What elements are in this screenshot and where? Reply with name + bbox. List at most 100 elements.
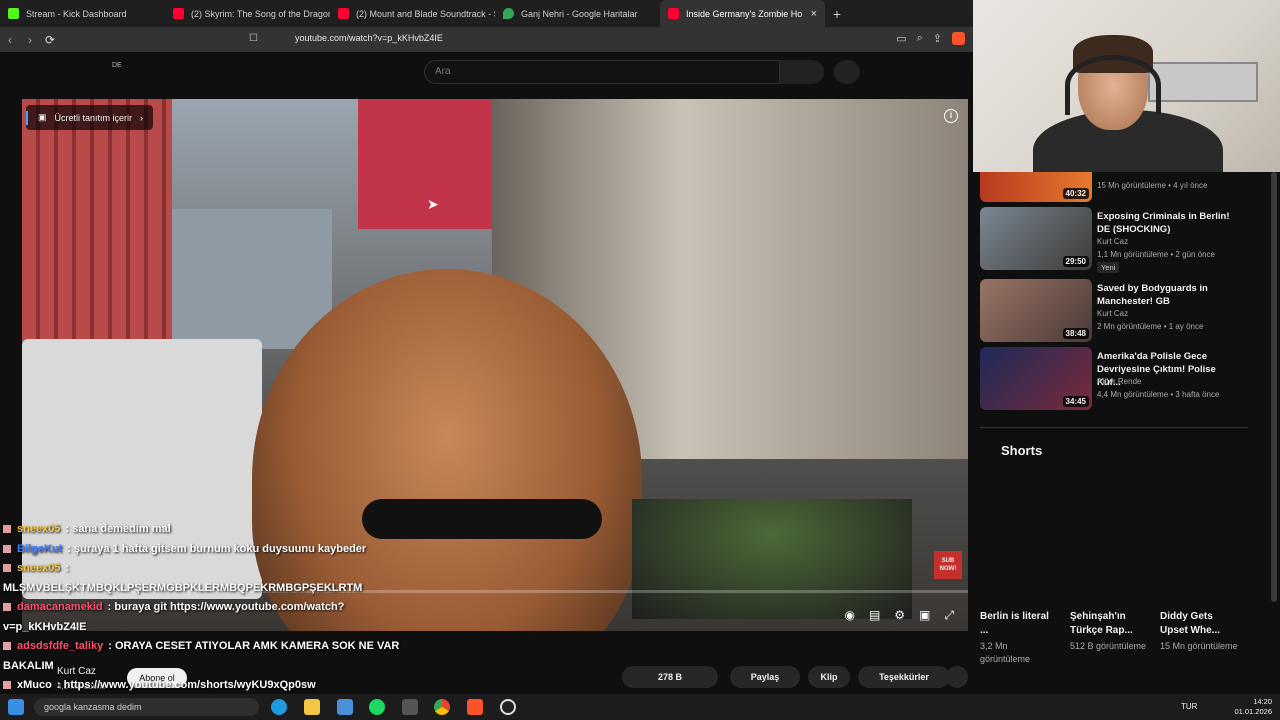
promo-icon: ▣ [38, 112, 47, 122]
video-title[interactable]: Saved by Bodyguards in Manchester! GB [1097, 282, 1237, 308]
back-icon[interactable]: ‹ [0, 33, 20, 47]
address-bar: ‹ › ⟳ ☐ youtube.com/watch?v=p_kKHvbZ4IE … [0, 27, 973, 52]
chat-badge-icon [3, 525, 11, 534]
calculator-icon[interactable] [402, 699, 418, 715]
recommended-video[interactable]: 40:32 15 Mn görüntüleme • 4 yıl önce [980, 172, 1260, 202]
new-tab-button[interactable]: + [825, 6, 849, 22]
tab-active-video[interactable]: Inside Germany's Zombie Ho × [660, 0, 825, 27]
chat-badge-icon [3, 544, 11, 553]
share-button[interactable]: Paylaş [730, 666, 800, 688]
file-explorer-icon[interactable] [304, 699, 320, 715]
reload-icon[interactable]: ⟳ [40, 33, 60, 47]
chat-username: adsdsfdfe_taliky [17, 640, 104, 652]
video-meta: 4,4 Mn görüntüleme • 3 hafta önce [1097, 390, 1220, 399]
taskbar-search-input[interactable]: googla kanzasma dedim [34, 698, 259, 716]
tab-mount-and-blade[interactable]: (2) Mount and Blade Soundtrack - Se [330, 0, 495, 27]
duration-badge: 38:48 [1062, 328, 1089, 339]
app-icon[interactable] [337, 699, 353, 715]
chat-text: https://www.youtube.com/shorts/wyKU9xQp0… [63, 679, 316, 691]
chat-text: sana demedim mal [72, 523, 171, 535]
short-item[interactable]: Şehinşah'ın Türkçe Rap... 512 B görüntül… [1070, 610, 1150, 653]
kick-icon [8, 8, 19, 19]
windows-taskbar: googla kanzasma dedim TUR 14:20 01.01.20… [0, 694, 1280, 720]
fullscreen-icon[interactable]: ⤢ [944, 608, 954, 623]
more-actions-button[interactable] [946, 666, 968, 688]
clock-time: 14:20 [1253, 697, 1272, 706]
recommended-video[interactable]: 38:48 Saved by Bodyguards in Manchester!… [980, 279, 1260, 343]
sidebar-scrollbar[interactable] [1271, 172, 1277, 602]
miniplayer-icon[interactable]: ▣ [919, 608, 930, 623]
zoom-icon[interactable]: ⌕ [917, 32, 923, 45]
video-meta: 15 Mn görüntüleme • 4 yıl önce [1097, 181, 1208, 190]
chat-username: sneex05 [17, 523, 61, 535]
system-clock[interactable]: 14:20 01.01.2026 [1234, 697, 1272, 717]
headphones [1065, 55, 1161, 115]
url-field[interactable]: youtube.com/watch?v=p_kKHvbZ4IE [295, 33, 443, 43]
chat-separator: : [64, 542, 75, 555]
like-button[interactable]: 278 B [622, 666, 718, 688]
video-thumbnail[interactable]: 29:50 [980, 207, 1092, 270]
short-item[interactable]: Berlin is literal ... 3,2 Mn görüntüleme [980, 610, 1060, 666]
video-title[interactable]: Exposing Criminals in Berlin! DE (SHOCKI… [1097, 210, 1237, 236]
chat-text: BAKALIM [3, 659, 54, 672]
info-icon[interactable]: i [944, 109, 958, 123]
sub-now-watermark[interactable]: SUB NOW! [934, 551, 962, 579]
video-thumbnail[interactable]: 38:48 [980, 279, 1092, 342]
settings-gear-icon[interactable]: ⚙ [894, 608, 905, 623]
short-views: 3,2 Mn görüntüleme [980, 641, 1031, 664]
chat-message: adsdsfdfe_taliky : ORAYA CESET ATIYOLAR … [3, 637, 423, 657]
share-icon[interactable]: ⇪ [933, 32, 942, 45]
duration-badge: 29:50 [1062, 256, 1089, 267]
chat-separator: : [62, 562, 70, 574]
tab-skyrim[interactable]: (2) Skyrim: The Song of the Dragonb [165, 0, 330, 27]
short-title[interactable]: Şehinşah'ın Türkçe Rap... [1070, 610, 1150, 638]
spotify-icon[interactable] [369, 699, 385, 715]
channel-name[interactable]: Alper Rende [1097, 377, 1141, 386]
recommended-video[interactable]: 34:45 Amerika'da Polisle Gece Devriyesin… [980, 347, 1260, 411]
channel-name[interactable]: Kurt Caz [1097, 309, 1128, 318]
video-meta: 1,1 Mn görüntüleme • 2 gün önce [1097, 250, 1215, 259]
chrome-icon[interactable] [434, 699, 450, 715]
recommended-video[interactable]: 29:50 Exposing Criminals in Berlin! DE (… [980, 207, 1260, 273]
building-distant [172, 209, 332, 349]
search-button[interactable] [780, 60, 824, 84]
chat-text: ORAYA CESET ATIYOLAR AMK KAMERA SOK NE V… [114, 640, 400, 652]
tab-google-maps[interactable]: Ganj Nehri - Google Haritalar [495, 0, 660, 27]
thanks-button[interactable]: Teşekkürler [858, 666, 950, 688]
short-title[interactable]: Diddy Gets Upset Whe... [1160, 610, 1240, 638]
clip-button[interactable]: Klip [808, 666, 850, 688]
divider [980, 427, 1248, 428]
windows-start-icon[interactable] [8, 699, 24, 715]
edge-icon[interactable] [271, 699, 287, 715]
short-title[interactable]: Berlin is literal ... [980, 610, 1060, 638]
close-tab-icon[interactable]: × [811, 8, 817, 20]
video-thumbnail[interactable]: 34:45 [980, 347, 1092, 410]
tab-label: Ganj Nehri - Google Haritalar [521, 8, 638, 19]
chat-username: sneex05 [17, 562, 61, 574]
search-input[interactable]: Ara [424, 60, 780, 84]
language-indicator[interactable]: TUR [1181, 702, 1197, 711]
chat-message: BilgeKut : şuraya 1 hafta gitsem burnum … [3, 540, 423, 560]
video-thumbnail[interactable]: 40:32 [980, 172, 1092, 202]
brave-icon[interactable] [467, 699, 483, 715]
brave-shield-icon[interactable] [952, 32, 965, 45]
chat-badge-icon [3, 642, 11, 651]
subtitles-icon[interactable]: ▤ [869, 608, 880, 623]
mic-button[interactable] [834, 60, 860, 84]
video-meta: 2 Mn görüntüleme • 1 ay önce [1097, 322, 1204, 331]
short-views: 15 Mn görüntüleme [1160, 641, 1238, 651]
clock-date: 01.01.2026 [1234, 707, 1272, 716]
chat-username: damacanamekid [17, 601, 103, 613]
channel-name[interactable]: Kurt Caz [1097, 237, 1128, 246]
maps-icon [503, 8, 514, 19]
tab-strip: Stream - Kick Dashboard (2) Skyrim: The … [0, 0, 973, 27]
paid-promotion-badge[interactable]: ▣ Ücretli tanıtım içerir › [26, 105, 154, 130]
short-item[interactable]: Diddy Gets Upset Whe... 15 Mn görüntülem… [1160, 610, 1240, 653]
forward-icon[interactable]: › [20, 33, 40, 47]
youtube-icon [173, 8, 184, 19]
autoplay-toggle[interactable]: ◉ [844, 608, 854, 623]
bookmark-icon[interactable]: ☐ [249, 33, 258, 44]
obs-icon[interactable] [500, 699, 516, 715]
tab-kick[interactable]: Stream - Kick Dashboard [0, 0, 165, 27]
cast-icon[interactable]: ▭ [896, 32, 906, 45]
